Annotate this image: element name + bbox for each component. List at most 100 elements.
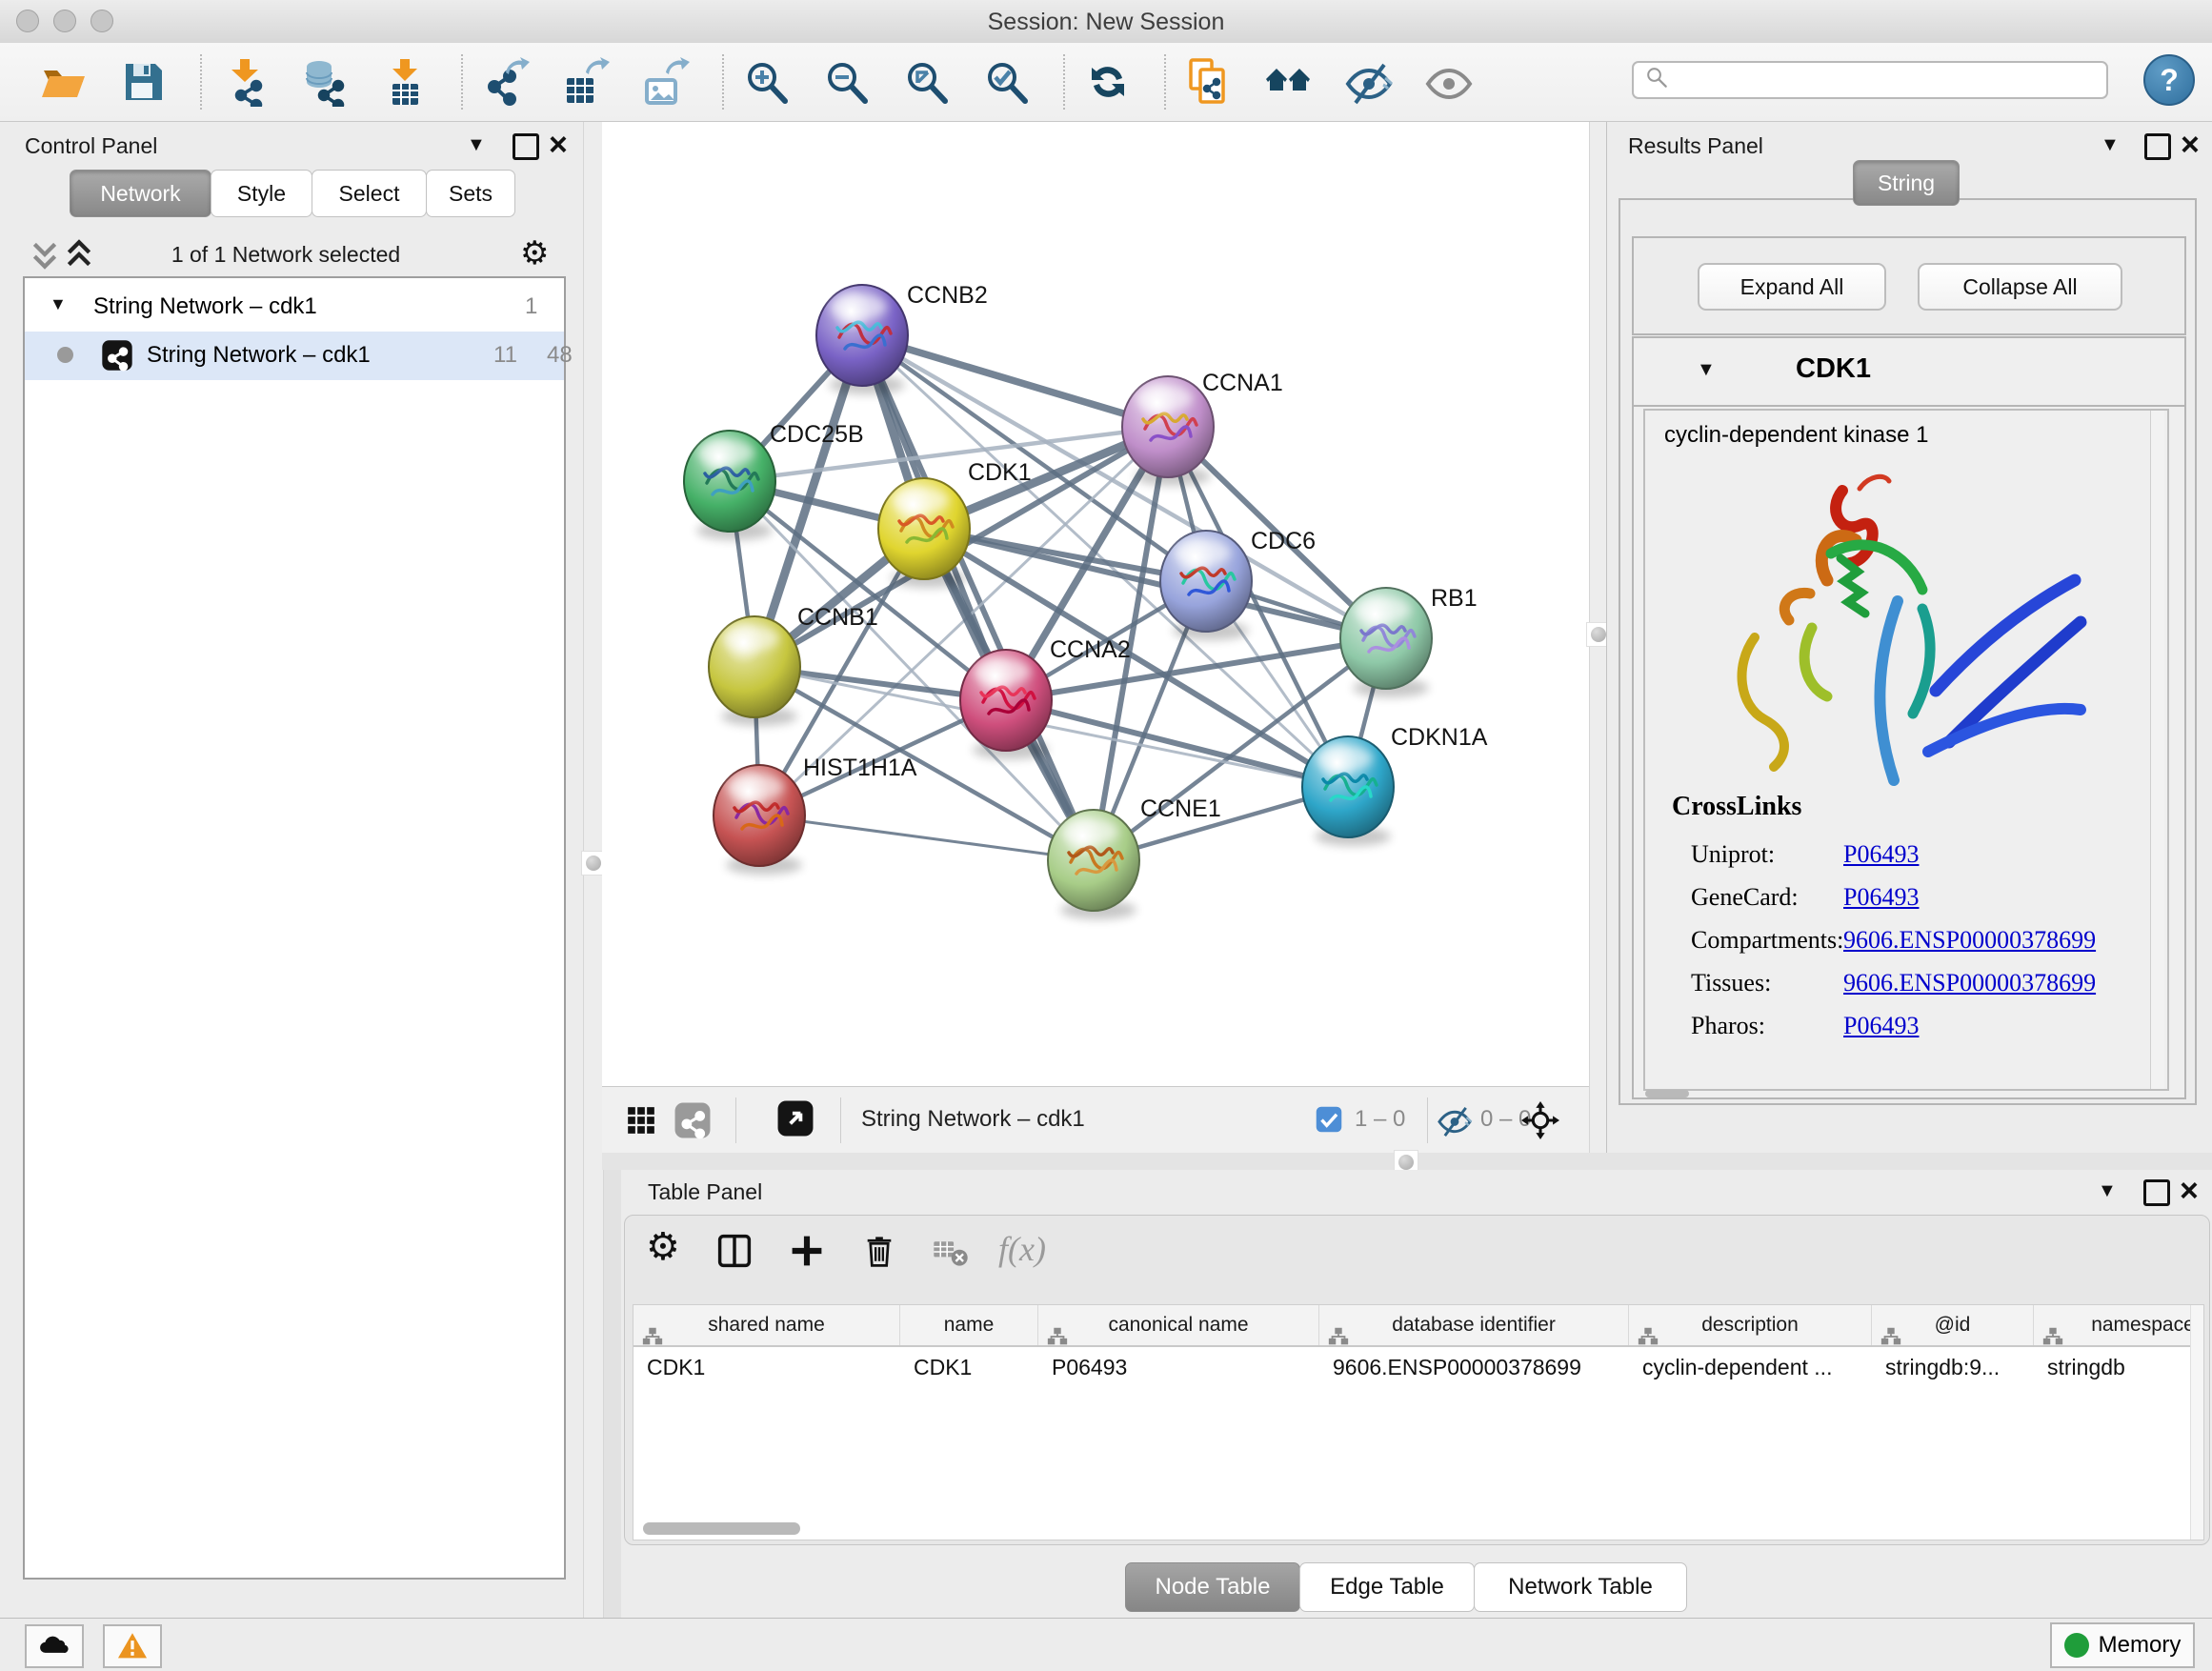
crosshair-icon[interactable] — [1518, 1098, 1562, 1142]
right-splitter[interactable] — [1589, 122, 1608, 1153]
control-panel-menu-icon[interactable]: ▼ — [467, 134, 486, 156]
import-network-button[interactable] — [217, 54, 272, 110]
zoom-in-button[interactable] — [739, 54, 794, 110]
zoom-selected-button[interactable] — [979, 54, 1035, 110]
table-panel-menu-icon[interactable]: ▼ — [2098, 1180, 2117, 1202]
open-session-button[interactable] — [36, 54, 91, 110]
tab-sets[interactable]: Sets — [426, 170, 515, 217]
collapse-all-networks-icon[interactable] — [29, 238, 61, 271]
tab-node-table[interactable]: Node Table — [1125, 1562, 1300, 1612]
network-options-gear-icon[interactable]: ⚙ — [520, 234, 549, 272]
table-horizontal-scrollbar[interactable] — [643, 1522, 800, 1535]
cloud-status-button[interactable] — [25, 1624, 84, 1668]
gene-entry-expand-icon[interactable]: ▼ — [1697, 359, 1716, 381]
results-panel-close-icon[interactable]: × — [2181, 134, 2200, 155]
network-node-CCNE1[interactable] — [1048, 810, 1139, 919]
birds-eye-view-icon[interactable] — [774, 1097, 817, 1140]
import-network-from-database-button[interactable] — [297, 54, 352, 110]
export-network-button[interactable] — [478, 54, 533, 110]
column-header-namespace[interactable]: namespace — [2034, 1305, 2204, 1345]
export-image-button[interactable] — [638, 54, 694, 110]
network-node-CDC25B[interactable] — [684, 431, 775, 540]
network-collection-row[interactable]: ▼ String Network – cdk1 1 — [25, 283, 564, 332]
warnings-button[interactable] — [103, 1624, 162, 1668]
column-header-name[interactable]: name — [900, 1305, 1038, 1345]
add-column-icon[interactable] — [785, 1229, 829, 1273]
show-all-button[interactable] — [1421, 54, 1477, 110]
network-node-CDKN1A[interactable] — [1302, 736, 1394, 846]
tab-select[interactable]: Select — [312, 170, 427, 217]
tab-string-results[interactable]: String — [1853, 160, 1960, 206]
column-header-shared-name[interactable]: shared name — [633, 1305, 900, 1345]
results-horizontal-scrollbar[interactable] — [1645, 1090, 1689, 1097]
table-cell[interactable]: cyclin-dependent ... — [1629, 1347, 1872, 1387]
import-table-button[interactable] — [377, 54, 432, 110]
first-neighbors-button[interactable] — [1261, 54, 1317, 110]
network-canvas[interactable]: CCNB2CCNA1CDC25BCDK1CDC6RB1CCNB1CCNA2CDK… — [602, 122, 1590, 1086]
pharos-link[interactable]: P06493 — [1843, 1012, 1919, 1039]
network-row[interactable]: String Network – cdk1 11 48 — [25, 332, 564, 380]
uniprot-link[interactable]: P06493 — [1843, 840, 1919, 868]
network-edge[interactable] — [759, 815, 1094, 860]
column-header-canonical-name[interactable]: canonical name — [1038, 1305, 1319, 1345]
table-panel-float-icon[interactable] — [2143, 1179, 2170, 1206]
selected-nodes-checkbox-icon[interactable] — [1315, 1105, 1343, 1134]
collapse-all-button[interactable]: Collapse All — [1918, 263, 2122, 311]
grid-view-icon[interactable] — [619, 1098, 663, 1142]
zoom-out-button[interactable] — [819, 54, 875, 110]
expand-all-networks-icon[interactable] — [63, 238, 95, 271]
delete-column-icon[interactable] — [857, 1229, 901, 1273]
control-panel-float-icon[interactable] — [513, 133, 539, 160]
tissues-link[interactable]: 9606.ENSP00000378699 — [1843, 969, 2096, 997]
table-row[interactable]: CDK1CDK1P064939606.ENSP00000378699cyclin… — [633, 1347, 2203, 1387]
genecard-link[interactable]: P06493 — [1843, 883, 1919, 911]
show-columns-icon[interactable] — [713, 1229, 756, 1273]
table-settings-gear-icon[interactable]: ⚙ — [646, 1225, 680, 1269]
results-vertical-scrollbar[interactable] — [2150, 411, 2164, 1089]
search-input[interactable] — [1672, 67, 2106, 93]
tab-edge-table[interactable]: Edge Table — [1299, 1562, 1475, 1612]
network-node-HIST1H1A[interactable] — [714, 765, 805, 875]
tab-network[interactable]: Network — [70, 170, 211, 217]
column-header-@id[interactable]: @id — [1872, 1305, 2034, 1345]
network-node-RB1[interactable] — [1340, 588, 1432, 697]
save-session-button[interactable] — [116, 54, 171, 110]
zoom-fit-button[interactable] — [899, 54, 955, 110]
network-node-CCNB1[interactable] — [709, 616, 800, 726]
tab-style[interactable]: Style — [211, 170, 312, 217]
network-status-dot-icon — [57, 347, 73, 363]
compartments-link[interactable]: 9606.ENSP00000378699 — [1843, 926, 2096, 954]
table-cell[interactable]: P06493 — [1038, 1347, 1319, 1387]
network-node-CCNB2[interactable] — [816, 285, 908, 394]
bottom-splitter[interactable] — [602, 1153, 2212, 1170]
hide-selected-button[interactable] — [1341, 54, 1397, 110]
table-cell[interactable]: CDK1 — [900, 1347, 1038, 1387]
network-node-CCNA1[interactable] — [1122, 376, 1214, 486]
table-cell[interactable]: stringdb — [2034, 1347, 2204, 1387]
expand-all-button[interactable]: Expand All — [1698, 263, 1886, 311]
network-node-CCNA2[interactable] — [960, 650, 1052, 759]
network-edge[interactable] — [862, 335, 1168, 427]
network-from-selection-button[interactable] — [1181, 54, 1237, 110]
table-vertical-scrollbar[interactable] — [2190, 1305, 2204, 1540]
apply-layout-button[interactable] — [1080, 54, 1136, 110]
string-network-icon[interactable] — [671, 1098, 714, 1142]
table-cell[interactable]: CDK1 — [633, 1347, 900, 1387]
network-edge[interactable] — [862, 335, 1094, 860]
tab-network-table[interactable]: Network Table — [1474, 1562, 1687, 1612]
column-header-database-identifier[interactable]: database identifier — [1319, 1305, 1629, 1345]
collection-expand-icon[interactable]: ▼ — [50, 294, 67, 314]
results-panel-menu-icon[interactable]: ▼ — [2101, 134, 2120, 156]
control-panel-close-icon[interactable]: × — [549, 134, 568, 155]
left-splitter[interactable] — [583, 122, 604, 1618]
export-table-button[interactable] — [558, 54, 613, 110]
column-header-description[interactable]: description — [1629, 1305, 1872, 1345]
table-cell[interactable]: 9606.ENSP00000378699 — [1319, 1347, 1629, 1387]
results-panel-float-icon[interactable] — [2144, 133, 2171, 160]
table-cell[interactable]: stringdb:9... — [1872, 1347, 2034, 1387]
memory-button[interactable]: Memory — [2050, 1622, 2195, 1668]
search-box[interactable] — [1632, 61, 2108, 99]
help-button[interactable]: ? — [2143, 54, 2195, 106]
crosslinks-heading: CrossLinks — [1672, 792, 1801, 822]
table-panel-close-icon[interactable]: × — [2180, 1180, 2199, 1201]
